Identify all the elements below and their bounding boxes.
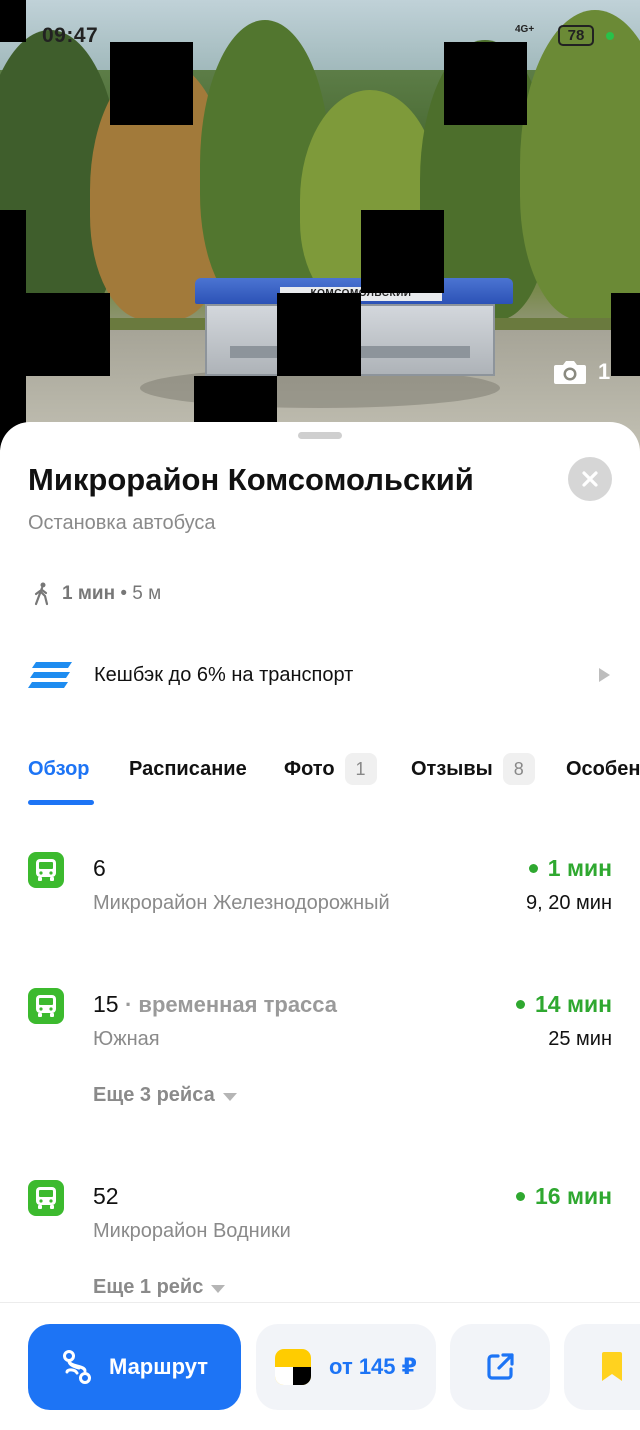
route-destination: Микрорайон Водники: [93, 1220, 291, 1242]
tab-features[interactable]: Особен: [566, 750, 640, 788]
network-indicator: 4G+: [515, 24, 535, 35]
stop-title: Микрорайон Комсомольский: [28, 462, 474, 497]
chevron-right-icon: [599, 668, 610, 682]
privacy-mask: [277, 293, 361, 376]
live-dot: [515, 1000, 525, 1009]
walk-separator: •: [120, 583, 127, 604]
privacy-mask: [444, 42, 527, 125]
next-arrivals: 25 мин: [548, 1028, 612, 1050]
stop-card: Микрорайон Комсомольский Остановка автоб…: [0, 422, 640, 1430]
route-number: 52: [93, 1183, 119, 1209]
camera-icon: [554, 361, 586, 384]
privacy-mask: [26, 293, 110, 376]
taxi-price: от 145 ₽: [329, 1354, 417, 1379]
bus-icon: [28, 988, 64, 1024]
close-button[interactable]: [568, 457, 612, 501]
route-destination: Южная: [93, 1028, 160, 1050]
live-dot: [515, 1192, 525, 1201]
cashback-text: Кешбэк до 6% на транспорт: [94, 663, 354, 686]
bookmark-icon: [602, 1352, 622, 1381]
active-tab-indicator: [28, 800, 94, 805]
route-row[interactable]: 15 · временная трасса Южная 14 мин 25 ми…: [28, 988, 612, 1118]
tab-count-badge: 1: [344, 753, 377, 785]
stop-type: Остановка автобуса: [28, 512, 216, 534]
tab-reviews[interactable]: Отзывы 8: [411, 750, 535, 788]
privacy-mask: [361, 210, 444, 293]
walk-time: 1 мин: [62, 583, 116, 604]
status-time: 09:47: [42, 24, 99, 47]
tab-photo[interactable]: Фото 1: [284, 750, 377, 788]
arrival-time: 14 мин: [515, 991, 612, 1018]
transport-card-icon: [28, 662, 72, 688]
route-icon: [62, 1350, 91, 1384]
privacy-mask: [0, 210, 26, 450]
more-trips-button[interactable]: Еще 1 рейс: [93, 1276, 226, 1299]
share-button[interactable]: [450, 1324, 550, 1410]
photo-count: 1: [598, 359, 611, 384]
sheet-grabber[interactable]: [298, 432, 342, 439]
next-arrivals: 9, 20 мин: [525, 892, 612, 914]
privacy-mask: [0, 0, 26, 42]
bus-icon: [28, 1180, 64, 1216]
arrival-time: 1 мин: [528, 855, 612, 882]
route-button-label: Маршрут: [108, 1354, 209, 1379]
close-icon: [582, 471, 598, 487]
battery-indicator: 78: [558, 25, 594, 46]
route-note: · временная трасса: [124, 992, 338, 1017]
tab-overview[interactable]: Обзор: [28, 750, 90, 788]
privacy-mask: [110, 42, 193, 125]
more-trips-button[interactable]: Еще 3 рейса: [93, 1084, 237, 1107]
chevron-down-icon: [211, 1285, 226, 1293]
share-icon: [487, 1353, 514, 1380]
walk-info: 1 мин • 5 м: [32, 582, 161, 606]
privacy-mask: [611, 293, 640, 376]
live-dot: [528, 864, 538, 873]
tab-count-badge: 8: [502, 753, 535, 785]
cashback-banner[interactable]: Кешбэк до 6% на транспорт: [28, 660, 612, 690]
route-row[interactable]: 52 Микрорайон Водники 16 мин Еще 1 рейс: [28, 1180, 612, 1310]
pedestrian-icon: [34, 582, 49, 606]
chevron-down-icon: [222, 1093, 237, 1101]
route-destination: Микрорайон Железнодорожный: [93, 892, 390, 914]
photo-count-badge[interactable]: 1: [552, 356, 610, 388]
bookmark-button[interactable]: [564, 1324, 640, 1410]
tab-schedule[interactable]: Расписание: [129, 750, 247, 788]
taxi-logo-icon: [275, 1349, 312, 1385]
walk-distance: 5 м: [132, 583, 162, 604]
route-button[interactable]: Маршрут: [28, 1324, 241, 1410]
action-bar: Маршрут от 145 ₽: [0, 1302, 640, 1430]
route-number: 15 · временная трасса: [93, 991, 338, 1017]
status-dot: [606, 32, 614, 40]
route-row[interactable]: 6 Микрорайон Железнодорожный 1 мин 9, 20…: [28, 852, 612, 932]
arrival-time: 16 мин: [515, 1183, 612, 1210]
taxi-button[interactable]: от 145 ₽: [256, 1324, 436, 1410]
tab-bar: Обзор Расписание Фото 1 Отзывы 8 Особен: [28, 750, 640, 810]
bus-icon: [28, 852, 64, 888]
route-number: 6: [93, 855, 106, 881]
stop-photo[interactable]: КОМСОМОЛЬСКИЙ 09:47 4G+ 78 1: [0, 0, 640, 470]
